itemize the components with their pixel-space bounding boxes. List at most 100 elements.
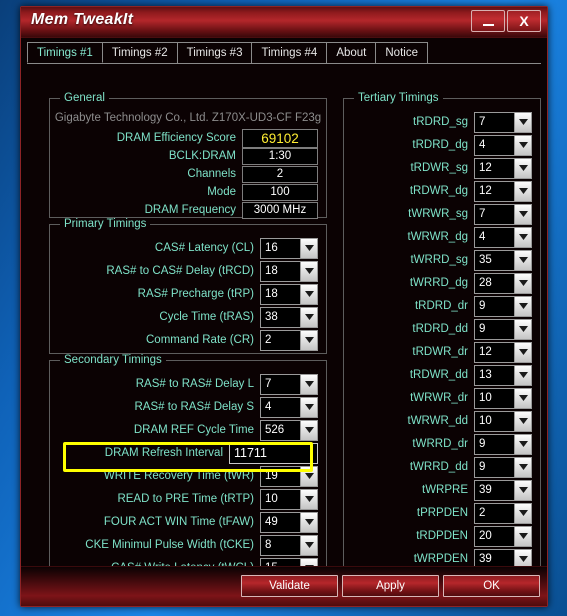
write-recovery-time-twr-combo[interactable]: 19 bbox=[260, 465, 318, 487]
command-rate-cr-combo[interactable]: 2 bbox=[260, 329, 318, 351]
ok-button[interactable]: OK bbox=[443, 575, 540, 597]
minimize-button[interactable] bbox=[471, 10, 505, 32]
chevron-down-icon[interactable] bbox=[514, 480, 531, 500]
chevron-down-icon[interactable] bbox=[514, 112, 531, 132]
chevron-down-icon[interactable] bbox=[514, 296, 531, 316]
close-button[interactable]: X bbox=[507, 10, 541, 32]
chevron-down-icon[interactable] bbox=[514, 457, 531, 477]
validate-button[interactable]: Validate bbox=[241, 575, 338, 597]
chevron-down-icon[interactable] bbox=[300, 261, 317, 281]
trdpden-combo[interactable]: 20 bbox=[474, 525, 532, 547]
ras-precharge-trp-combo[interactable]: 18 bbox=[260, 283, 318, 305]
twrwr-dr-combo[interactable]: 10 bbox=[474, 387, 532, 409]
secondary-row-label: WRITE Recovery Time (tWR) bbox=[103, 470, 254, 482]
tab-timings-1[interactable]: Timings #1 bbox=[27, 42, 103, 63]
chevron-down-icon[interactable] bbox=[300, 466, 317, 486]
tprpden-combo[interactable]: 2 bbox=[474, 502, 532, 524]
twrrd-dd-combo[interactable]: 9 bbox=[474, 456, 532, 478]
twrrd-dr-combo[interactable]: 9 bbox=[474, 433, 532, 455]
tab-timings-4[interactable]: Timings #4 bbox=[251, 42, 328, 63]
apply-button[interactable]: Apply bbox=[342, 575, 439, 597]
trdwr-sg-combo[interactable]: 12 bbox=[474, 157, 532, 179]
combo-value: 12 bbox=[479, 185, 492, 197]
chevron-down-icon[interactable] bbox=[514, 227, 531, 247]
trdrd-dd-combo[interactable]: 9 bbox=[474, 318, 532, 340]
tertiary-row-label: tRDWR_dg bbox=[409, 185, 468, 197]
chevron-down-icon[interactable] bbox=[514, 135, 531, 155]
chevron-down-icon[interactable] bbox=[300, 238, 317, 258]
tertiary-row: tRDRD_dg 4 bbox=[344, 134, 540, 156]
trdwr-dd-combo[interactable]: 13 bbox=[474, 364, 532, 386]
chevron-down-icon[interactable] bbox=[300, 397, 317, 417]
chevron-down-icon[interactable] bbox=[514, 273, 531, 293]
client-area: Timings #1 Timings #2 Timings #3 Timings #4… bbox=[21, 38, 547, 606]
chevron-down-icon[interactable] bbox=[514, 204, 531, 224]
chevron-down-icon[interactable] bbox=[300, 307, 317, 327]
chevron-down-icon[interactable] bbox=[514, 319, 531, 339]
chevron-down-icon[interactable] bbox=[514, 342, 531, 362]
chevron-down-icon[interactable] bbox=[514, 158, 531, 178]
cas-latency-cl-combo[interactable]: 16 bbox=[260, 237, 318, 259]
twrwr-sg-combo[interactable]: 7 bbox=[474, 203, 532, 225]
chevron-down-icon[interactable] bbox=[300, 535, 317, 555]
tertiary-row-label: tRDWR_dr bbox=[412, 346, 468, 358]
twrwr-dg-combo[interactable]: 4 bbox=[474, 226, 532, 248]
dram-refresh-interval-input[interactable]: 11711 bbox=[229, 442, 318, 464]
twrwr-dd-combo[interactable]: 10 bbox=[474, 410, 532, 432]
chevron-down-icon[interactable] bbox=[514, 250, 531, 270]
tertiary-row-label: tRDRD_dg bbox=[412, 139, 468, 151]
twrrd-sg-combo[interactable]: 35 bbox=[474, 249, 532, 271]
chevron-down-icon[interactable] bbox=[300, 284, 317, 304]
secondary-row: FOUR ACT WIN Time (tFAW) 49 bbox=[50, 511, 326, 533]
twrpre-combo[interactable]: 39 bbox=[474, 479, 532, 501]
combo-value: 18 bbox=[265, 288, 278, 300]
read-to-pre-time-trtp-combo[interactable]: 10 bbox=[260, 488, 318, 510]
combo-value: 4 bbox=[479, 139, 486, 151]
trdwr-dg-combo[interactable]: 12 bbox=[474, 180, 532, 202]
tab-timings-2[interactable]: Timings #2 bbox=[101, 42, 178, 63]
chevron-down-icon[interactable] bbox=[514, 434, 531, 454]
chevron-down-icon[interactable] bbox=[514, 365, 531, 385]
trdrd-dg-combo[interactable]: 4 bbox=[474, 134, 532, 156]
cke-minimul-pulse-width-tcke-combo[interactable]: 8 bbox=[260, 534, 318, 556]
twrrd-dg-combo[interactable]: 28 bbox=[474, 272, 532, 294]
chevron-down-icon[interactable] bbox=[300, 374, 317, 394]
chevron-down-icon[interactable] bbox=[300, 420, 317, 440]
tertiary-row: tWRRD_dg 28 bbox=[344, 272, 540, 294]
trdwr-dr-combo[interactable]: 12 bbox=[474, 341, 532, 363]
chevron-down-icon[interactable] bbox=[300, 512, 317, 532]
tab-about[interactable]: About bbox=[326, 42, 377, 63]
chevron-down-icon[interactable] bbox=[300, 489, 317, 509]
tertiary-row: tRDWR_dr 12 bbox=[344, 341, 540, 363]
secondary-row-label: DRAM Refresh Interval bbox=[104, 447, 223, 459]
combo-value: 16 bbox=[265, 242, 278, 254]
combo-value: 10 bbox=[265, 493, 278, 505]
chevron-down-icon[interactable] bbox=[514, 526, 531, 546]
trdrd-dr-combo[interactable]: 9 bbox=[474, 295, 532, 317]
combo-value: 13 bbox=[479, 369, 492, 381]
secondary-row: READ to PRE Time (tRTP) 10 bbox=[50, 488, 326, 510]
trdrd-sg-combo[interactable]: 7 bbox=[474, 111, 532, 133]
tertiary-row: tRDRD_dd 9 bbox=[344, 318, 540, 340]
cycle-time-tras-combo[interactable]: 38 bbox=[260, 306, 318, 328]
dram-ref-cycle-time-combo[interactable]: 526 bbox=[260, 419, 318, 441]
chevron-down-icon[interactable] bbox=[514, 503, 531, 523]
secondary-row-label: RAS# to RAS# Delay L bbox=[135, 378, 254, 390]
chevron-down-icon[interactable] bbox=[514, 181, 531, 201]
chevron-down-icon[interactable] bbox=[300, 330, 317, 350]
four-act-win-time-tfaw-combo[interactable]: 49 bbox=[260, 511, 318, 533]
chevron-down-icon[interactable] bbox=[514, 411, 531, 431]
tab-timings-3[interactable]: Timings #3 bbox=[176, 42, 253, 63]
ras-to-ras-delay-s-combo[interactable]: 4 bbox=[260, 396, 318, 418]
tertiary-timings-group: Tertiary Timings tRDRD_sg 7 tRDRD_dg 4 tRDWR… bbox=[343, 92, 541, 596]
ras-to-cas-delay-trcd-combo[interactable]: 18 bbox=[260, 260, 318, 282]
combo-value: 526 bbox=[265, 424, 285, 436]
secondary-row-label: RAS# to RAS# Delay S bbox=[134, 401, 254, 413]
tertiary-row: tRDWR_dd 13 bbox=[344, 364, 540, 386]
tertiary-row-label: tWRWR_sg bbox=[408, 208, 468, 220]
tab-notice[interactable]: Notice bbox=[375, 42, 428, 63]
secondary-group-title: Secondary Timings bbox=[60, 354, 166, 366]
chevron-down-icon[interactable] bbox=[514, 388, 531, 408]
general-row-value: 100 bbox=[242, 183, 318, 201]
ras-to-ras-delay-l-combo[interactable]: 7 bbox=[260, 373, 318, 395]
